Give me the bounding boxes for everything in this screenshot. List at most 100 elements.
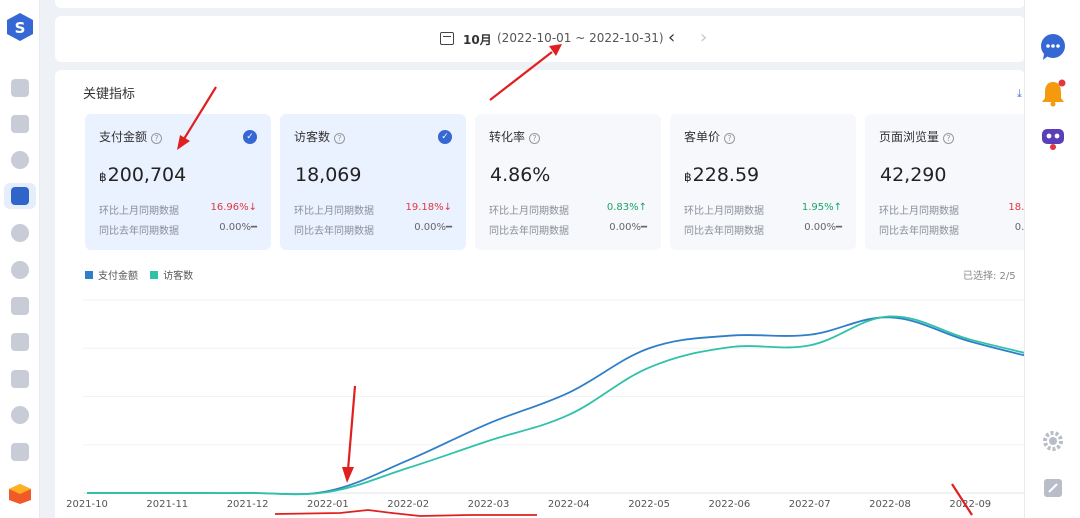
marketing-icon[interactable] [11, 261, 29, 279]
date-month-label[interactable]: 10月 [463, 31, 492, 48]
kpi-value-text: 4.86% [490, 164, 551, 186]
top-strip [55, 0, 1025, 8]
kpi-compare-label: 环比上月同期数据 [99, 206, 179, 217]
kpi-name: 支付金额? [99, 128, 163, 145]
kpi-value: 18,069 [294, 164, 361, 186]
kpi-compare-value: 0.83%↑ [606, 202, 647, 213]
key-metrics-panel: 关键指标 ⤓ 支付金额? ✓ ฿200,704 环比上月同期数据 16.96%↓ 同比去年… [55, 70, 1025, 518]
help-question-icon[interactable]: ? [151, 133, 163, 144]
user-icon[interactable] [11, 443, 29, 461]
kpi-compare-label: 同比去年同期数据 [99, 226, 179, 237]
kpi-name: 页面浏览量? [879, 128, 955, 145]
kpi-compare-label: 同比去年同期数据 [489, 226, 569, 237]
x-tick-label: 2022-09 [949, 499, 991, 510]
chevron-left-icon[interactable]: ‹ [668, 27, 675, 48]
kpi-compare-row: 环比上月同期数据 19.18%↓ [294, 202, 452, 217]
notification-bell-icon[interactable] [1038, 78, 1068, 108]
settings-gear-icon[interactable] [1038, 426, 1068, 456]
date-range-bar: 10月 (2022-10-01 ~ 2022-10-31) ‹ › [55, 16, 1025, 62]
kpi-card[interactable]: 页面浏览量? 42,290 环比上月同期数据 18.16 同比去年同期数据0.00 [865, 114, 1025, 250]
x-tick-label: 2022-04 [548, 499, 590, 510]
kpi-compare-value: 0.00%━ [219, 222, 257, 233]
chat-icon[interactable] [1038, 32, 1068, 62]
legend-swatch-visitors [150, 270, 159, 279]
kpi-compare-value: 16.96%↓ [210, 202, 257, 213]
edit-icon[interactable] [1038, 473, 1068, 503]
kpi-compare-row: 环比上月同期数据 1.95%↑ [684, 202, 842, 217]
kpi-name-text: 访客数 [294, 130, 331, 144]
kpi-card[interactable]: 支付金额? ✓ ฿200,704 环比上月同期数据 16.96%↓ 同比去年同期数据 0.0… [85, 114, 271, 250]
orders-icon[interactable] [11, 115, 29, 133]
kpi-name-text: 页面浏览量 [879, 130, 940, 144]
legend-swatch-payment [85, 270, 93, 279]
kpi-value-text: 18,069 [295, 164, 362, 186]
x-tick-label: 2021-11 [146, 499, 188, 510]
help-question-icon[interactable]: ? [334, 133, 346, 144]
svg-text:S: S [15, 19, 26, 37]
help-icon[interactable] [11, 406, 29, 424]
report-icon[interactable] [11, 187, 29, 205]
kpi-compare-label: 环比上月同期数据 [489, 206, 569, 217]
kpi-compare-row: 环比上月同期数据 16.96%↓ [99, 202, 257, 217]
calendar-icon[interactable] [440, 32, 454, 45]
kpi-value: 42,290 [879, 164, 946, 186]
kpi-compare-row: 环比上月同期数据 0.83%↑ [489, 202, 647, 217]
x-tick-label: 2022-07 [789, 499, 831, 510]
kpi-card[interactable]: 转化率? 4.86% 环比上月同期数据 0.83%↑ 同比去年同期数据 0.00%━ [475, 114, 661, 250]
kpi-card[interactable]: 客单价? ฿228.59 环比上月同期数据 1.95%↑ 同比去年同期数据 0.00%━ [670, 114, 856, 250]
series-line-visitors [87, 315, 1025, 496]
store-brand-icon[interactable] [7, 483, 33, 505]
x-tick-label: 2021-12 [227, 499, 269, 510]
kpi-name-text: 客单价 [684, 130, 721, 144]
kpi-name-text: 支付金额 [99, 130, 148, 144]
kpi-compare-label: 同比去年同期数据 [879, 226, 959, 237]
storage-icon[interactable] [11, 333, 29, 351]
kpi-value-text: 200,704 [107, 164, 187, 186]
kpi-value: 4.86% [489, 164, 550, 186]
date-range-label[interactable]: (2022-10-01 ~ 2022-10-31) [497, 31, 664, 45]
left-sidebar: S [0, 0, 40, 518]
app-logo-icon[interactable]: S [5, 12, 35, 42]
kpi-compare-value: 0.00%━ [804, 222, 842, 233]
x-tick-label: 2022-03 [468, 499, 510, 510]
x-tick-label: 2022-01 [307, 499, 349, 510]
kpi-compare-label: 环比上月同期数据 [684, 206, 764, 217]
kpi-card[interactable]: 访客数? ✓ 18,069 环比上月同期数据 19.18%↓ 同比去年同期数据 0.00%━ [280, 114, 466, 250]
wallet-icon[interactable] [11, 370, 29, 388]
kpi-compare-row: 同比去年同期数据 0.00%━ [489, 222, 647, 237]
kpi-compare-row: 同比去年同期数据0.00 [879, 222, 1025, 237]
kpi-compare-row: 同比去年同期数据 0.00%━ [684, 222, 842, 237]
checkmark-icon[interactable]: ✓ [243, 130, 257, 144]
analytics-icon[interactable] [11, 151, 29, 169]
kpi-compare-row: 环比上月同期数据 18.16 [879, 202, 1025, 217]
right-sidebar [1024, 0, 1080, 518]
kpi-compare-value: 19.18%↓ [405, 202, 452, 213]
trend-line-chart: 2021-10 2021-11 2021-12 2022-01 2022-02 2022-… [66, 299, 1025, 510]
refresh-icon[interactable] [11, 297, 29, 315]
currency-symbol: ฿ [684, 170, 692, 184]
chevron-right-icon[interactable]: › [700, 27, 707, 48]
help-question-icon[interactable]: ? [724, 133, 736, 144]
x-tick-label: 2022-02 [387, 499, 429, 510]
kpi-value: ฿200,704 [99, 164, 186, 186]
dashboard-icon[interactable] [11, 79, 29, 97]
kpi-name: 客单价? [684, 128, 736, 145]
robot-assistant-icon[interactable] [1038, 124, 1068, 154]
help-question-icon[interactable]: ? [943, 133, 955, 144]
checkmark-icon[interactable]: ✓ [438, 130, 452, 144]
kpi-compare-label: 同比去年同期数据 [684, 226, 764, 237]
kpi-compare-label: 同比去年同期数据 [294, 226, 374, 237]
export-icon[interactable]: ⤓ [1017, 87, 1022, 101]
kpi-compare-value: 0.00%━ [414, 222, 452, 233]
kpi-compare-value: 18.16 [1008, 202, 1025, 213]
section-title: 关键指标 [83, 87, 136, 102]
kpi-value: ฿228.59 [684, 164, 759, 186]
kpi-compare-row: 同比去年同期数据 0.00%━ [294, 222, 452, 237]
x-tick-label: 2021-10 [66, 499, 108, 510]
help-question-icon[interactable]: ? [529, 133, 541, 144]
kpi-compare-value: 1.95%↑ [801, 202, 842, 213]
finance-icon[interactable] [11, 224, 29, 242]
currency-symbol: ฿ [99, 170, 107, 184]
kpi-value-text: 42,290 [880, 164, 947, 186]
kpi-compare-row: 同比去年同期数据 0.00%━ [99, 222, 257, 237]
